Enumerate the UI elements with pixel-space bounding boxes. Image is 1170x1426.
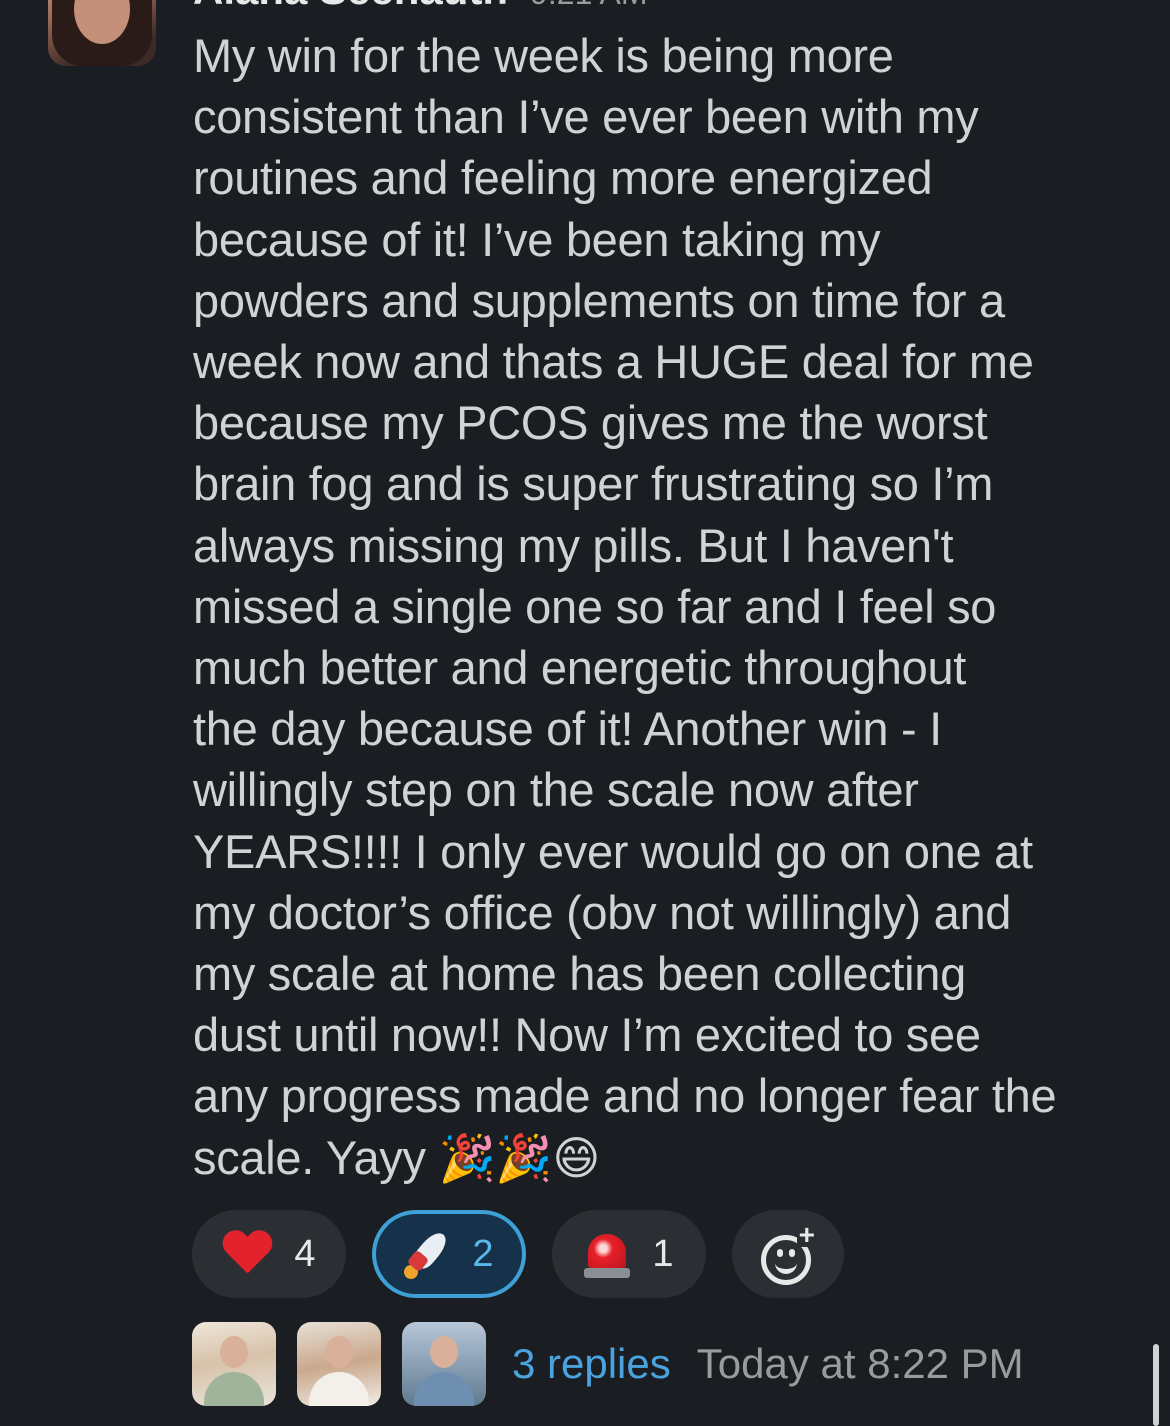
message-line: any progress made and no longer fear the (193, 1069, 1057, 1123)
message-line: week now and thats a HUGE deal for me (193, 335, 1034, 389)
rocket-icon (404, 1228, 452, 1279)
reaction-count: 4 (294, 1232, 316, 1275)
reactions-bar: 4 2 1 + (192, 1210, 844, 1298)
add-emoji-icon: + (761, 1221, 817, 1285)
reaction-rotating-light[interactable]: 1 (552, 1210, 706, 1298)
message-line: routines and feeling more energized (193, 151, 933, 205)
reaction-rocket[interactable]: 2 (372, 1210, 526, 1298)
author-avatar[interactable] (48, 0, 156, 66)
message-line: my scale at home has been collecting (193, 947, 966, 1001)
message-line: powders and supplements on time for a (193, 273, 1005, 327)
replies-link[interactable]: 3 replies (512, 1340, 671, 1388)
last-reply-time: Today at 8:22 PM (696, 1340, 1024, 1387)
message-line: much better and energetic throughout (193, 641, 967, 695)
scrollbar[interactable] (1153, 1344, 1159, 1426)
message-line: brain fog and is super frustrating so I’… (193, 457, 994, 511)
message-header: Alana Seenauth 9:21 AM (193, 0, 648, 14)
message-body: My win for the week is being more consis… (193, 25, 1143, 1189)
reaction-count: 2 (472, 1232, 494, 1275)
message-line: always missing my pills. But I haven't (193, 518, 954, 572)
message-line: because of it! I’ve been taking my (193, 212, 881, 266)
reaction-heart[interactable]: 4 (192, 1210, 346, 1298)
message-timestamp[interactable]: 9:21 AM (530, 0, 647, 12)
thread-summary[interactable]: 3 replies Today at 8:22 PM (192, 1322, 1024, 1406)
author-name[interactable]: Alana Seenauth (193, 0, 508, 14)
message-last-line: scale. Yayy 🎉🎉😄 (193, 1127, 1143, 1189)
add-reaction-button[interactable]: + (732, 1210, 844, 1298)
message-line: because my PCOS gives me the worst (193, 396, 988, 450)
replier-avatar[interactable] (192, 1322, 276, 1406)
message-line: consistent than I’ve ever been with my (193, 90, 979, 144)
replier-avatar[interactable] (297, 1322, 381, 1406)
message-line: dust until now!! Now I’m excited to see (193, 1008, 981, 1062)
heart-icon (222, 1231, 272, 1277)
message-line: willingly step on the scale now after (193, 763, 919, 817)
message-line: the day because of it! Another win - I (193, 702, 942, 756)
reaction-count: 1 (652, 1232, 674, 1275)
message-line: my doctor’s office (obv not willingly) a… (193, 885, 1012, 939)
party-popper-emoji-icon: 🎉🎉😄 (438, 1130, 601, 1185)
rotating-light-icon (584, 1228, 631, 1280)
message-line: scale. Yayy (193, 1130, 426, 1184)
message-line: YEARS!!!! I only ever would go on one at (193, 824, 1033, 878)
message-line: missed a single one so far and I feel so (193, 579, 997, 633)
replier-avatar[interactable] (402, 1322, 486, 1406)
message-line: My win for the week is being more (193, 29, 894, 82)
